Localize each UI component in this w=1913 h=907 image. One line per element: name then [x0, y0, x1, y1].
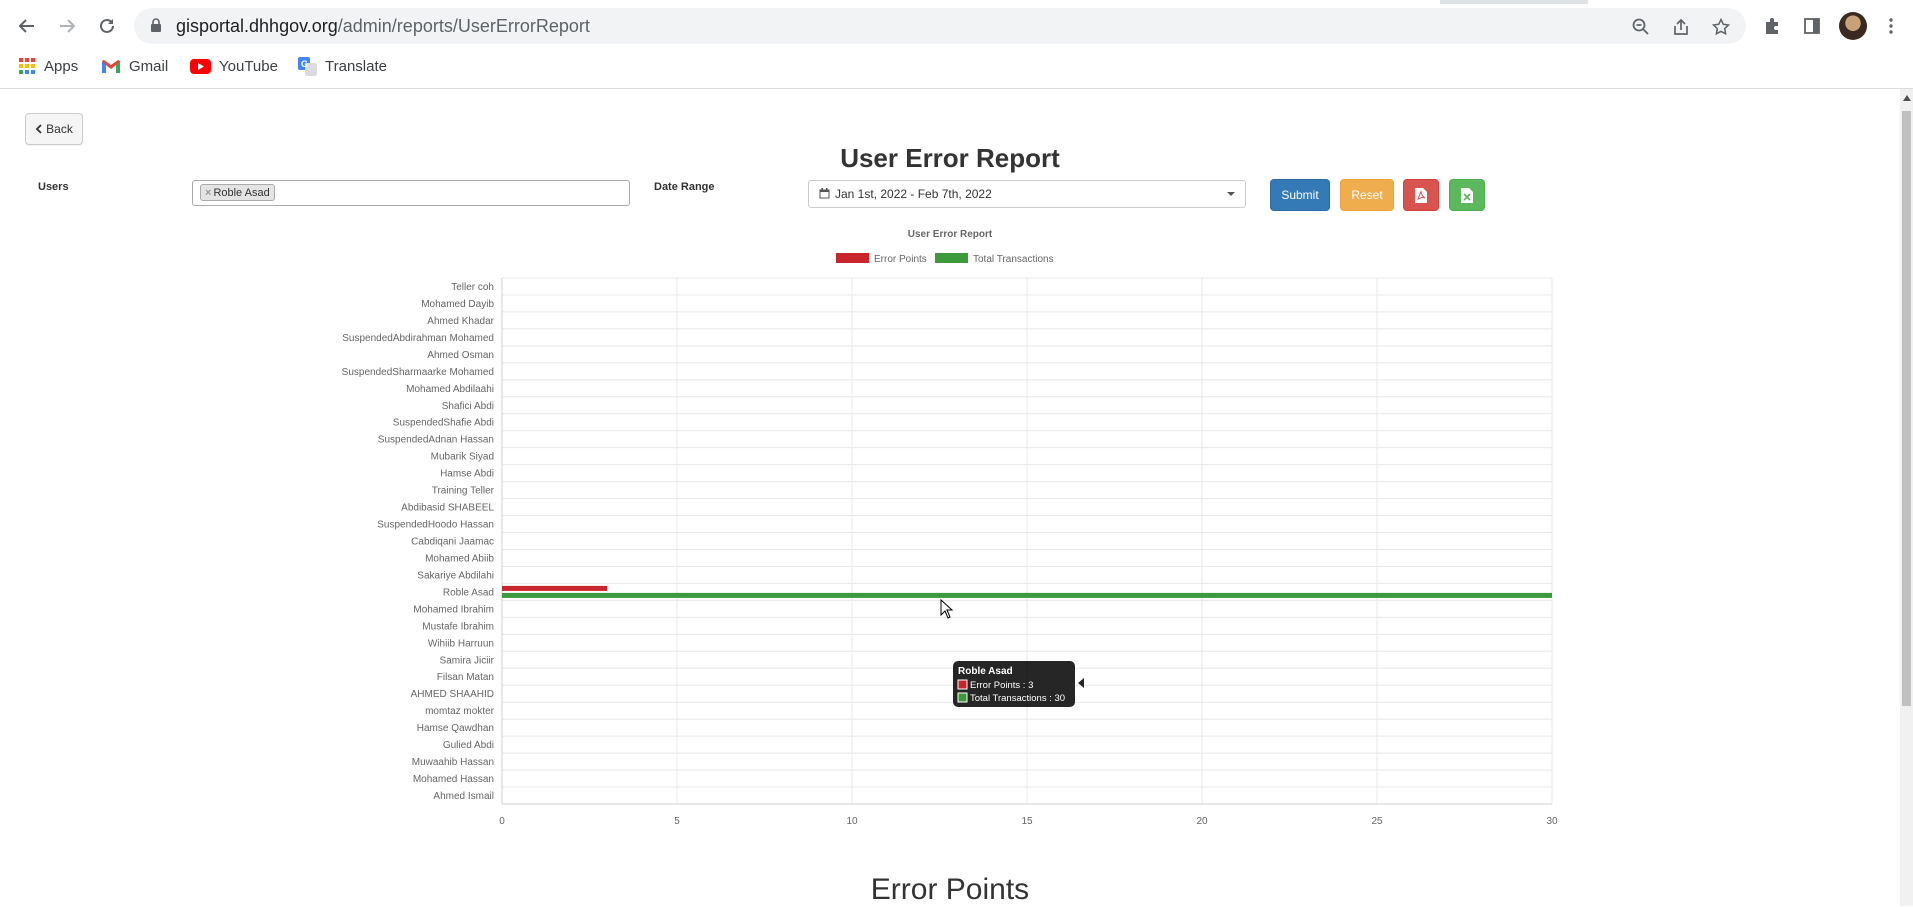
y-tick-label: Mubarik Siyad [431, 452, 494, 463]
reload-icon[interactable] [91, 10, 123, 42]
y-tick-label: Ahmed Osman [427, 350, 494, 361]
bookmark-youtube[interactable]: YouTube [190, 55, 278, 77]
y-tick-label: Hamse Qawdhan [417, 723, 494, 734]
bookmark-translate[interactable]: G Translate [298, 55, 387, 77]
y-tick-label: Sakariye Abdilahi [417, 570, 494, 581]
tab-strip [0, 0, 1913, 4]
share-icon[interactable] [1672, 18, 1690, 41]
mouse-cursor-icon [940, 599, 954, 619]
gmail-icon [101, 59, 121, 74]
y-tick-label: Gulied Abdi [443, 740, 494, 751]
legend-swatch [836, 253, 869, 263]
back-arrow-icon[interactable] [11, 10, 43, 42]
youtube-icon [190, 58, 211, 74]
y-tick-label: momtaz mokter [425, 706, 495, 717]
bar-error-points [502, 585, 607, 591]
y-tick-label: Cabdiqani Jaamac [411, 537, 494, 548]
y-tick-label: Roble Asad [443, 587, 494, 598]
user-error-chart: User Error Report Error Points Total Trans… [342, 229, 1558, 827]
x-tick-label: 10 [846, 816, 858, 827]
tooltip-title: Roble Asad [958, 666, 1013, 677]
tooltip-swatch [957, 679, 968, 690]
translate-icon: G [298, 56, 317, 76]
lock-icon [150, 18, 162, 38]
url-text: gisportal.dhhgov.org/admin/reports/UserE… [176, 16, 590, 37]
scrollbar-thumb[interactable] [1902, 111, 1911, 706]
apps-grid-icon [18, 57, 36, 75]
legend-label: Error Points [874, 254, 927, 265]
extensions-puzzle-icon[interactable] [1756, 10, 1788, 42]
tooltip-swatch [957, 692, 968, 703]
bookmark-label: Translate [325, 57, 387, 75]
y-tick-label: Training Teller [432, 486, 495, 497]
url-domain: gisportal.dhhgov.org [176, 16, 338, 36]
chart-title: User Error Report [908, 229, 993, 240]
x-tick-label: 15 [1021, 816, 1033, 827]
tooltip-caret [1078, 678, 1084, 688]
y-tick-label: Mustafe Ibrahim [422, 621, 494, 632]
bookmark-gmail[interactable]: Gmail [101, 55, 168, 77]
legend-label: Total Transactions [973, 254, 1054, 265]
page-content: Back User Error Report Users × Roble Asa… [0, 89, 1900, 906]
legend-swatch [935, 253, 968, 263]
tooltip-line-total: Total Transactions : 30 [970, 693, 1065, 704]
y-tick-label: SuspendedAdnan Hassan [378, 435, 494, 446]
y-tick-label: Ahmed Ismail [433, 791, 494, 802]
browser-chrome: gisportal.dhhgov.org/admin/reports/UserE… [0, 0, 1913, 89]
y-tick-label: SuspendedSharmaarke Mohamed [342, 367, 494, 378]
y-tick-label: Samira Jiciir [440, 655, 495, 666]
y-tick-label: Ahmed Khadar [427, 316, 494, 327]
error-points-heading: Error Points [870, 873, 1030, 906]
scroll-up-arrow[interactable] [1903, 95, 1911, 101]
tooltip-line-error: Error Points : 3 [970, 680, 1033, 691]
y-tick-label: Filsan Matan [437, 672, 494, 683]
bookmark-apps[interactable]: Apps [18, 55, 78, 77]
zoom-icon[interactable] [1632, 18, 1650, 41]
x-tick-label: 30 [1546, 816, 1558, 827]
svg-text:G: G [301, 59, 308, 69]
side-panel-icon[interactable] [1796, 10, 1828, 42]
x-tick-label: 5 [674, 816, 680, 827]
y-tick-label: Mohamed Abdilaahi [406, 384, 494, 395]
y-tick-label: Shafici Abdi [442, 401, 494, 412]
profile-avatar[interactable] [1839, 12, 1867, 40]
bookmark-label: Apps [44, 57, 79, 75]
y-tick-label: Wihiib Harruun [428, 638, 494, 649]
bookmark-label: Gmail [129, 57, 169, 75]
menu-kebab-icon[interactable] [1875, 10, 1907, 42]
bookmarks-bar: Apps Gmail YouTube G Translate [0, 50, 1913, 82]
bar-total-transactions [502, 592, 1552, 598]
y-tick-label: AHMED SHAAHID [411, 689, 494, 700]
y-tick-label: SuspendedAbdirahman Mohamed [342, 333, 494, 344]
x-tick-label: 25 [1371, 816, 1383, 827]
y-tick-label: Mohamed Dayib [421, 299, 494, 310]
y-tick-label: SuspendedHoodo Hassan [377, 520, 494, 531]
bookmark-label: YouTube [219, 57, 278, 75]
y-tick-label: Muwaahib Hassan [412, 757, 494, 768]
y-tick-label: Abdibasid SHABEEL [401, 503, 494, 514]
x-tick-label: 0 [499, 816, 505, 827]
y-tick-label: Mohamed Abiib [425, 553, 494, 564]
y-tick-label: Mohamed Hassan [413, 774, 494, 785]
y-tick-label: Hamse Abdi [440, 469, 494, 480]
url-path: /admin/reports/UserErrorReport [337, 16, 590, 36]
y-tick-label: Teller coh [451, 282, 494, 293]
y-tick-label: SuspendedShafie Abdi [393, 418, 494, 429]
forward-arrow-icon[interactable] [51, 10, 83, 42]
address-bar[interactable]: gisportal.dhhgov.org/admin/reports/UserE… [134, 8, 1746, 44]
x-tick-label: 20 [1196, 816, 1208, 827]
y-tick-label: Mohamed Ibrahim [413, 604, 494, 615]
bookmark-star-icon[interactable] [1711, 17, 1731, 41]
page-scrollbar[interactable] [1900, 89, 1913, 906]
